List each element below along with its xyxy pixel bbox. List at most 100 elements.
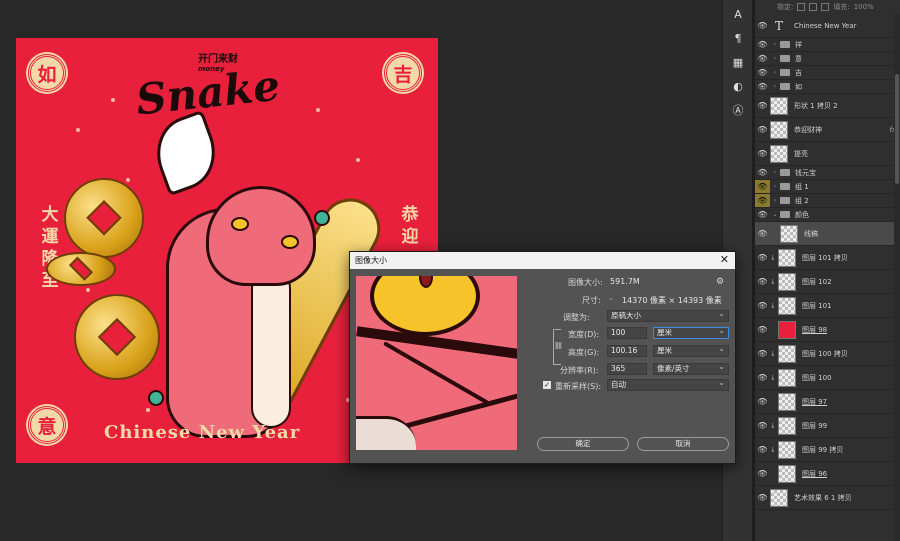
resample-checkbox[interactable]: ✓ — [543, 381, 551, 389]
lock-checkbox[interactable] — [809, 3, 818, 11]
decor-dot — [111, 98, 115, 102]
resolution-input[interactable]: 365 — [607, 363, 647, 375]
eye-icon[interactable]: 👁 — [755, 486, 770, 509]
layer-row[interactable]: 👁 T Chinese New Year — [755, 14, 900, 38]
layer-row[interactable]: 👁 形状 1 拷贝 2 — [755, 94, 900, 118]
layer-name: 提亮 — [794, 149, 808, 158]
expand-arrow-icon[interactable]: › — [770, 69, 780, 76]
eye-icon[interactable]: 👁 — [755, 246, 770, 269]
layer-row[interactable]: 👁 恭迎财神 fx — [755, 118, 900, 142]
layers-scrollbar[interactable] — [894, 14, 900, 541]
layer-row[interactable]: 👁 ↓ 图层 99 拷贝 — [755, 438, 900, 462]
width-input[interactable]: 100 — [607, 327, 647, 339]
eye-icon[interactable]: 👁 — [755, 294, 770, 317]
expand-arrow-icon[interactable]: › — [770, 55, 780, 62]
eye-icon[interactable]: 👁 — [755, 342, 770, 365]
seal-ji: 吉 — [384, 54, 422, 92]
eye-icon[interactable]: 👁 — [755, 390, 770, 413]
layer-group-row[interactable]: 👁 ⌄ 颜色 — [755, 208, 900, 222]
eye-icon[interactable]: 👁 — [755, 462, 770, 485]
eye-icon[interactable]: 👁 — [755, 94, 770, 117]
layer-row[interactable]: 👁 图层 98 — [755, 318, 900, 342]
eye-icon[interactable]: 👁 — [755, 142, 770, 165]
layer-name: 图层 102 — [802, 277, 832, 286]
expand-arrow-icon[interactable]: › — [770, 83, 780, 90]
eye-icon[interactable]: 👁 — [755, 66, 770, 79]
close-icon[interactable]: ✕ — [720, 253, 729, 266]
layer-row[interactable]: 👁 提亮 — [755, 142, 900, 166]
character-icon[interactable]: Ⓐ — [728, 100, 748, 120]
eye-icon[interactable]: 👁 — [755, 38, 770, 51]
eye-icon[interactable]: 👁 — [755, 318, 770, 341]
layer-thumbnail — [778, 272, 796, 291]
eye-icon[interactable]: 👁 — [755, 14, 770, 37]
layer-group-row[interactable]: 👁 › 如 — [755, 80, 900, 94]
layer-group-row[interactable]: 👁 › 钱元宝 — [755, 166, 900, 180]
text-tool-icon[interactable]: A — [728, 4, 748, 24]
layer-row[interactable]: 👁 ↓ 图层 99 — [755, 414, 900, 438]
layer-row[interactable]: 👁 ↓ 图层 102 — [755, 270, 900, 294]
adjustments-icon[interactable]: ◐ — [728, 76, 748, 96]
layer-row[interactable]: 👁 图层 96 — [755, 462, 900, 486]
eye-icon[interactable]: 👁 — [755, 194, 770, 207]
image-size-dialog: 图像大小 ✕ 图像大小: 591.7M ⚙ 尺寸: ⌄ 14370 像素 × 1… — [349, 251, 736, 464]
eye-icon[interactable]: 👁 — [755, 366, 770, 389]
layer-name: 艺术效果 6 1 拷贝 — [794, 493, 852, 502]
layer-row-selected[interactable]: 👁 线稿 — [755, 222, 900, 246]
chevron-down-icon[interactable]: ⌄ — [608, 294, 614, 302]
clipping-mask-icon: ↓ — [770, 349, 776, 358]
eye-icon[interactable]: 👁 — [755, 438, 770, 461]
eye-icon[interactable]: 👁 — [755, 414, 770, 437]
eye-icon[interactable]: 👁 — [755, 52, 770, 65]
layer-thumbnail — [778, 344, 796, 363]
width-unit-select[interactable]: 厘米 — [653, 326, 729, 339]
eye-icon[interactable]: 👁 — [755, 180, 770, 193]
preview-eye — [370, 276, 480, 336]
layers-scrollbar-thumb[interactable] — [895, 74, 899, 184]
layer-name: 线稿 — [804, 229, 818, 238]
properties-icon[interactable]: ▦ — [728, 52, 748, 72]
cancel-button[interactable]: 取消 — [637, 437, 729, 451]
collapse-arrow-icon[interactable]: ⌄ — [770, 211, 780, 218]
layer-name: 图层 96 — [802, 469, 828, 478]
fit-to-select[interactable]: 原稿大小 — [607, 309, 729, 322]
image-preview[interactable] — [356, 276, 517, 450]
layer-name: 恭迎财神 — [794, 125, 822, 134]
fill-value[interactable]: 100% — [854, 3, 874, 11]
height-input[interactable]: 100.16 — [607, 345, 647, 357]
resolution-unit-select[interactable]: 像素/英寸 — [653, 362, 729, 375]
eye-icon[interactable]: 👁 — [755, 208, 770, 221]
layer-row[interactable]: 👁 ↓ 图层 100 — [755, 366, 900, 390]
preview-stroke — [397, 386, 517, 431]
layer-group-row[interactable]: 👁 › 组 2 — [755, 194, 900, 208]
layer-group-row[interactable]: 👁 › 组 1 — [755, 180, 900, 194]
link-icon[interactable]: ⛓ — [554, 342, 563, 352]
paragraph-icon[interactable]: ¶ — [728, 28, 748, 48]
layer-row[interactable]: 👁 ↓ 图层 101 拷贝 — [755, 246, 900, 270]
eye-icon[interactable]: 👁 — [755, 166, 770, 179]
dialog-title-bar[interactable]: 图像大小 ✕ — [350, 252, 735, 269]
layer-name: 组 2 — [795, 196, 809, 205]
gear-icon[interactable]: ⚙ — [716, 277, 724, 287]
resample-select[interactable]: 自动 — [607, 378, 729, 391]
expand-arrow-icon[interactable]: › — [770, 197, 780, 204]
layer-row[interactable]: 👁 ↓ 图层 100 拷贝 — [755, 342, 900, 366]
gold-coin — [64, 178, 144, 258]
eye-icon[interactable]: 👁 — [755, 222, 770, 245]
eye-icon[interactable]: 👁 — [755, 80, 770, 93]
ok-button[interactable]: 确定 — [537, 437, 629, 451]
layer-row[interactable]: 👁 艺术效果 6 1 拷贝 — [755, 486, 900, 510]
expand-arrow-icon[interactable]: › — [770, 41, 780, 48]
expand-arrow-icon[interactable]: › — [770, 169, 780, 176]
layer-group-row[interactable]: 👁 › 吉 — [755, 66, 900, 80]
lock-checkbox[interactable] — [821, 3, 830, 11]
height-unit-select[interactable]: 厘米 — [653, 344, 729, 357]
layer-row[interactable]: 👁 ↓ 图层 101 — [755, 294, 900, 318]
expand-arrow-icon[interactable]: › — [770, 183, 780, 190]
eye-icon[interactable]: 👁 — [755, 270, 770, 293]
eye-icon[interactable]: 👁 — [755, 118, 770, 141]
layer-row[interactable]: 👁 图层 97 — [755, 390, 900, 414]
layer-group-row[interactable]: 👁 › 祥 — [755, 38, 900, 52]
layer-group-row[interactable]: 👁 › 意 — [755, 52, 900, 66]
lock-checkbox[interactable] — [797, 3, 806, 11]
